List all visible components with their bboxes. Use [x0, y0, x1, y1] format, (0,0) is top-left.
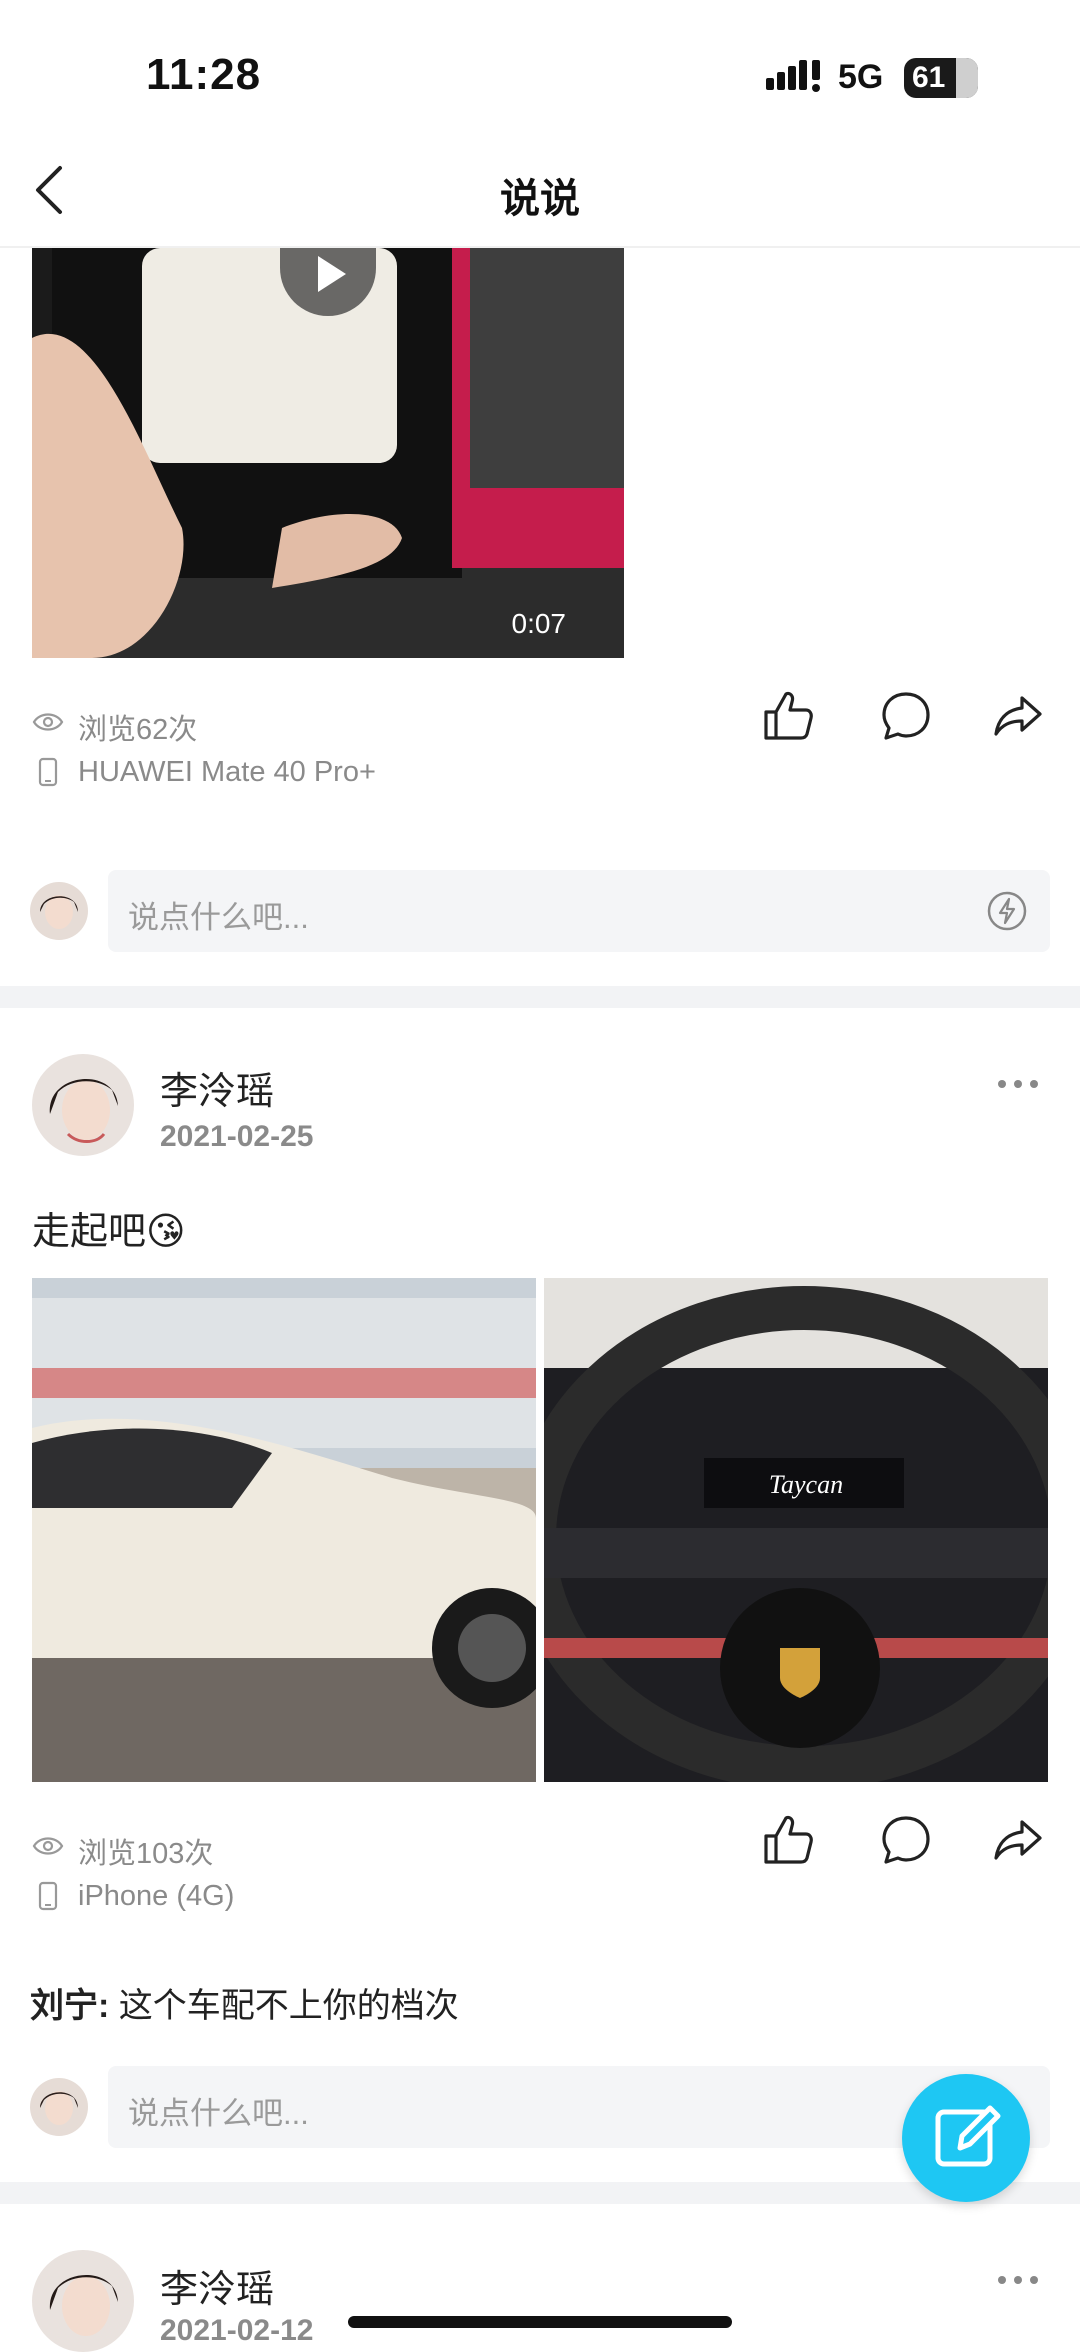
share-icon[interactable]	[990, 688, 1046, 744]
device-label: iPhone (4G)	[78, 1880, 235, 1912]
device-label: HUAWEI Mate 40 Pro+	[78, 756, 376, 788]
phone-icon	[38, 757, 58, 787]
comment-item[interactable]: 刘宁: 这个车配不上你的档次	[30, 1978, 459, 2027]
page-title: 说说	[500, 177, 580, 221]
battery-level: 61	[912, 61, 946, 94]
author-name[interactable]: 李泠瑶	[160, 2258, 274, 2313]
view-count: 浏览62次	[78, 714, 198, 746]
more-icon[interactable]	[994, 1070, 1042, 1098]
post-video[interactable]: 0:07	[32, 248, 624, 658]
post-photo-car[interactable]	[32, 1278, 536, 1782]
comment-author[interactable]: 刘宁:	[30, 1987, 109, 2025]
like-icon[interactable]	[760, 688, 816, 744]
comment-icon[interactable]	[878, 1812, 934, 1868]
battery-icon: 61	[904, 58, 978, 98]
phone-icon	[38, 1881, 58, 1911]
my-avatar	[30, 882, 88, 940]
svg-text:Taycan: Taycan	[769, 1470, 843, 1499]
network-label: 5G	[838, 58, 884, 96]
post-text: 走起吧😘	[32, 1211, 186, 1253]
play-icon	[318, 256, 346, 292]
post-separator	[0, 986, 1080, 1008]
view-count: 浏览103次	[78, 1838, 214, 1870]
my-avatar	[30, 2078, 88, 2136]
post-photo-interior[interactable]: Taycan	[544, 1278, 1048, 1782]
comment-placeholder: 说点什么吧...	[128, 900, 309, 935]
eye-icon	[32, 713, 64, 731]
more-icon[interactable]	[994, 2266, 1042, 2294]
comment-icon[interactable]	[878, 688, 934, 744]
interior-photo-image: Taycan	[544, 1278, 1048, 1782]
comment-input[interactable]: 说点什么吧...	[108, 870, 1050, 952]
author-avatar[interactable]	[32, 1054, 134, 1156]
eye-icon	[32, 1837, 64, 1855]
share-icon[interactable]	[990, 1812, 1046, 1868]
home-indicator	[348, 2316, 732, 2328]
compose-button[interactable]	[902, 2074, 1030, 2202]
car-photo-image	[32, 1278, 536, 1782]
comment-text: 这个车配不上你的档次	[118, 1987, 459, 2025]
author-avatar[interactable]	[32, 2250, 134, 2352]
video-duration: 0:07	[511, 608, 567, 639]
author-name[interactable]: 李泠瑶	[160, 1060, 274, 1115]
post-date: 2021-02-12	[160, 2314, 314, 2347]
comment-placeholder: 说点什么吧...	[128, 2096, 309, 2131]
flash-emoji-icon[interactable]	[986, 890, 1028, 932]
post-date: 2021-02-25	[160, 1120, 314, 1153]
signal-icon	[766, 60, 820, 92]
like-icon[interactable]	[760, 1812, 816, 1868]
play-button[interactable]	[280, 248, 376, 316]
edit-icon	[935, 2105, 1001, 2167]
status-time: 11:28	[146, 50, 262, 99]
